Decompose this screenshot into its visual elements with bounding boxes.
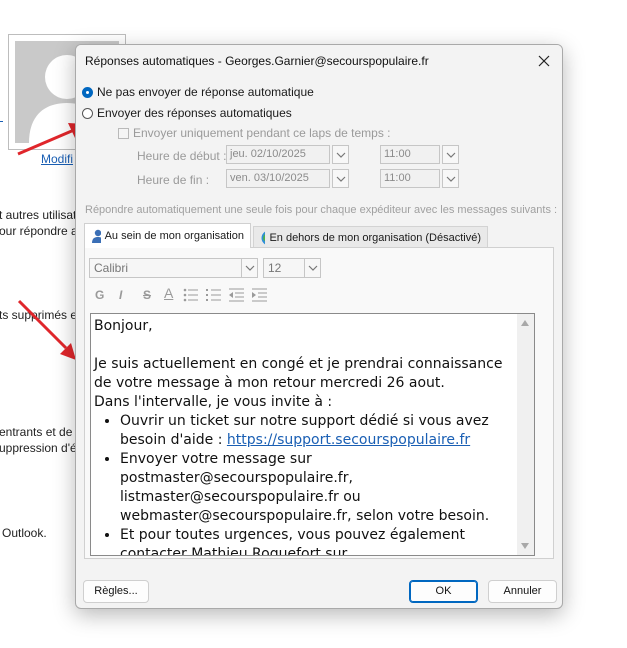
increase-indent-icon[interactable]: [252, 288, 268, 302]
bold-icon[interactable]: G: [95, 288, 104, 302]
end-time-picker[interactable]: 11:00: [380, 169, 440, 188]
numbered-list-icon[interactable]: [206, 288, 222, 302]
tab-inside-organization-label: Au sein de mon organisation: [104, 230, 244, 242]
font-size-dropdown-button[interactable]: [304, 258, 321, 278]
chevron-down-icon: [446, 152, 456, 158]
reply-message-editor[interactable]: Bonjour, Je suis actuellement en congé e…: [90, 313, 535, 556]
rules-button[interactable]: Règles...: [83, 580, 149, 603]
cancel-button[interactable]: Annuler: [488, 580, 557, 603]
dialog-titlebar[interactable]: Réponses automatiques - Georges.Garnier@…: [76, 45, 562, 77]
strikethrough-icon[interactable]: S: [143, 288, 151, 302]
background-text-4: entrants et de r: [0, 425, 80, 439]
radio-no-auto-reply[interactable]: Ne pas envoyer de réponse automatique: [82, 85, 314, 99]
radio-selected-indicator[interactable]: [82, 86, 93, 98]
close-icon: [538, 55, 550, 67]
only-during-period-checkbox[interactable]: Envoyer uniquement pendant ce laps de te…: [118, 126, 391, 140]
close-button[interactable]: [534, 51, 554, 71]
end-date-picker[interactable]: ven. 03/10/2025: [226, 169, 330, 188]
message-greeting: Bonjour,: [94, 318, 153, 334]
start-date-picker[interactable]: jeu. 02/10/2025: [226, 145, 330, 164]
background-text-5: uppression d'é: [0, 441, 77, 455]
list-item: Envoyer votre message sur postmaster@sec…: [120, 450, 519, 526]
radio-unselected-indicator[interactable]: [82, 107, 93, 119]
chevron-down-icon: [336, 176, 346, 182]
message-bullet-list: Ouvrir un ticket sur notre support dédié…: [94, 412, 519, 555]
reply-once-description: Répondre automatiquement une seule fois …: [85, 204, 558, 216]
chevron-down-icon: [308, 265, 318, 271]
start-date-dropdown-button[interactable]: [332, 145, 349, 164]
decrease-indent-icon[interactable]: [229, 288, 245, 302]
checkbox-box[interactable]: [118, 127, 129, 139]
start-time-label: Heure de début :: [137, 149, 227, 163]
automatic-replies-dialog: Réponses automatiques - Georges.Garnier@…: [75, 44, 563, 609]
ok-button[interactable]: OK: [409, 580, 478, 603]
list-item: Et pour toutes urgences, vous pouvez éga…: [120, 526, 519, 555]
chevron-down-icon: [245, 265, 255, 271]
message-line-2: Dans l'intervalle, je vous invite à :: [94, 394, 333, 410]
list-item: Ouvrir un ticket sur notre support dédié…: [120, 412, 519, 450]
editor-scrollbar[interactable]: [517, 314, 534, 555]
background-text-2: our répondre a: [0, 224, 78, 238]
people-icon: [92, 229, 101, 243]
start-time-dropdown-button[interactable]: [442, 145, 459, 164]
tab-outside-organization-label: En dehors de mon organisation (Désactivé…: [269, 231, 481, 244]
only-during-period-label: Envoyer uniquement pendant ce laps de te…: [133, 126, 391, 140]
end-date-dropdown-button[interactable]: [332, 169, 349, 188]
reply-message-content[interactable]: Bonjour, Je suis actuellement en congé e…: [94, 317, 519, 555]
dialog-title: Réponses automatiques - Georges.Garnier@…: [85, 54, 429, 68]
radio-no-auto-reply-label: Ne pas envoyer de réponse automatique: [97, 85, 314, 99]
font-name-dropdown-button[interactable]: [241, 258, 258, 278]
italic-icon[interactable]: I: [119, 288, 122, 302]
support-link[interactable]: https://support.secourspopulaire.fr: [227, 432, 470, 448]
globe-icon: [261, 230, 266, 245]
end-time-dropdown-button[interactable]: [442, 169, 459, 188]
message-line-1: Je suis actuellement en congé et je pren…: [94, 356, 503, 391]
font-color-icon[interactable]: A: [164, 285, 173, 301]
scroll-down-arrow-icon[interactable]: [521, 543, 529, 549]
message-blank-line: [94, 336, 519, 355]
chevron-down-icon: [446, 176, 456, 182]
red-arrow-icon: [17, 299, 76, 360]
tab-outside-organization[interactable]: En dehors de mon organisation (Désactivé…: [253, 226, 488, 248]
bullet-list-icon[interactable]: [183, 288, 199, 302]
scroll-up-arrow-icon[interactable]: [521, 320, 529, 326]
tab-inside-organization[interactable]: Au sein de mon organisation: [84, 223, 251, 248]
radio-send-auto-reply-label: Envoyer des réponses automatiques: [97, 106, 292, 120]
chevron-down-icon: [336, 152, 346, 158]
left-edge-mark: [0, 113, 3, 122]
font-name-select[interactable]: Calibri: [89, 258, 258, 278]
radio-send-auto-reply[interactable]: Envoyer des réponses automatiques: [82, 106, 292, 120]
background-text-6: Outlook.: [2, 526, 47, 540]
background-text-1: t autres utilisat: [0, 208, 77, 222]
end-time-label: Heure de fin :: [137, 173, 210, 187]
start-time-picker[interactable]: 11:00: [380, 145, 440, 164]
